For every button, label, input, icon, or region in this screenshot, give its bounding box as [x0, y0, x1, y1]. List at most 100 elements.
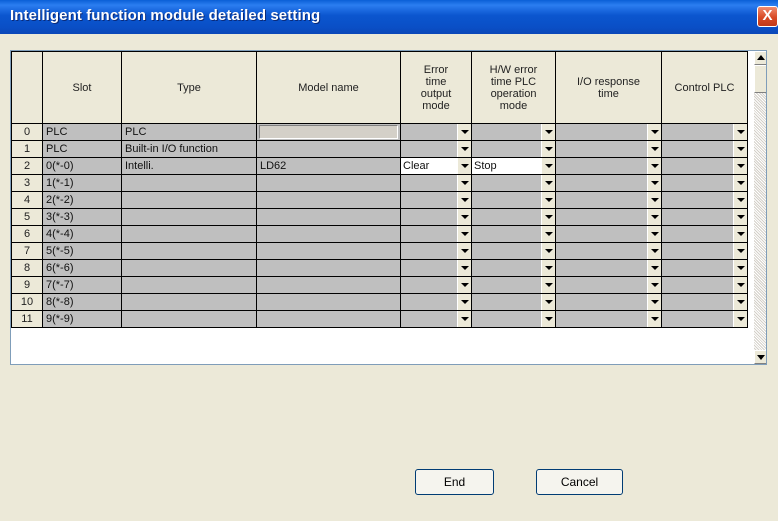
- model-name-cell[interactable]: LD62: [256, 157, 401, 175]
- combo-box[interactable]: [402, 124, 471, 140]
- combo-box[interactable]: [557, 260, 661, 276]
- combo-box[interactable]: [663, 192, 747, 208]
- hw-error-mode-cell[interactable]: Stop: [471, 157, 556, 175]
- dropdown-arrow-icon[interactable]: [733, 209, 747, 225]
- dropdown-arrow-icon[interactable]: [457, 311, 471, 327]
- dropdown-arrow-icon[interactable]: [457, 243, 471, 259]
- dropdown-arrow-icon[interactable]: [541, 124, 555, 140]
- type-cell[interactable]: [121, 242, 257, 260]
- error-time-output-mode-cell[interactable]: [400, 293, 472, 311]
- combo-box[interactable]: [473, 311, 555, 327]
- model-name-cell[interactable]: [256, 293, 401, 311]
- dropdown-arrow-icon[interactable]: [733, 226, 747, 242]
- model-name-cell[interactable]: [256, 242, 401, 260]
- combo-box[interactable]: [663, 158, 747, 174]
- model-name-cell[interactable]: [256, 225, 401, 243]
- dropdown-arrow-icon[interactable]: [541, 226, 555, 242]
- combo-box[interactable]: [402, 311, 471, 327]
- combo-box[interactable]: [402, 226, 471, 242]
- combo-box[interactable]: [663, 175, 747, 191]
- combo-box[interactable]: [663, 209, 747, 225]
- type-cell[interactable]: PLC: [121, 123, 257, 141]
- control-plc-cell[interactable]: [661, 276, 748, 294]
- combo-box[interactable]: [402, 192, 471, 208]
- dropdown-arrow-icon[interactable]: [647, 226, 661, 242]
- io-response-time-cell[interactable]: [555, 140, 662, 158]
- dropdown-arrow-icon[interactable]: [733, 277, 747, 293]
- control-plc-cell[interactable]: [661, 225, 748, 243]
- combo-box[interactable]: [557, 192, 661, 208]
- combo-box[interactable]: [402, 277, 471, 293]
- combo-box[interactable]: [402, 141, 471, 157]
- model-name-cell[interactable]: [256, 276, 401, 294]
- control-plc-cell[interactable]: [661, 208, 748, 226]
- dropdown-arrow-icon[interactable]: [733, 243, 747, 259]
- scroll-thumb[interactable]: [754, 65, 766, 93]
- combo-box[interactable]: [557, 226, 661, 242]
- io-response-time-cell[interactable]: [555, 157, 662, 175]
- dropdown-arrow-icon[interactable]: [457, 124, 471, 140]
- combo-box[interactable]: [473, 175, 555, 191]
- combo-box[interactable]: [473, 124, 555, 140]
- scroll-down-arrow-icon[interactable]: [754, 350, 766, 364]
- dropdown-arrow-icon[interactable]: [541, 192, 555, 208]
- combo-box[interactable]: [473, 243, 555, 259]
- control-plc-cell[interactable]: [661, 259, 748, 277]
- slot-cell[interactable]: PLC: [42, 140, 122, 158]
- dropdown-arrow-icon[interactable]: [647, 158, 661, 174]
- slot-cell[interactable]: 3(*-3): [42, 208, 122, 226]
- dropdown-arrow-icon[interactable]: [457, 226, 471, 242]
- control-plc-cell[interactable]: [661, 293, 748, 311]
- combo-box[interactable]: [402, 294, 471, 310]
- combo-box[interactable]: [557, 277, 661, 293]
- io-response-time-cell[interactable]: [555, 276, 662, 294]
- dropdown-arrow-icon[interactable]: [541, 158, 555, 174]
- combo-box[interactable]: [557, 158, 661, 174]
- type-cell[interactable]: [121, 174, 257, 192]
- scroll-up-arrow-icon[interactable]: [754, 51, 766, 65]
- dropdown-arrow-icon[interactable]: [733, 175, 747, 191]
- dropdown-arrow-icon[interactable]: [541, 260, 555, 276]
- slot-cell[interactable]: 1(*-1): [42, 174, 122, 192]
- error-time-output-mode-cell[interactable]: [400, 208, 472, 226]
- combo-box[interactable]: [557, 124, 661, 140]
- control-plc-cell[interactable]: [661, 123, 748, 141]
- model-name-cell[interactable]: [256, 259, 401, 277]
- type-cell[interactable]: Intelli.: [121, 157, 257, 175]
- control-plc-cell[interactable]: [661, 242, 748, 260]
- control-plc-cell[interactable]: [661, 191, 748, 209]
- error-time-output-mode-cell[interactable]: [400, 225, 472, 243]
- vertical-scrollbar[interactable]: [754, 51, 766, 364]
- dropdown-arrow-icon[interactable]: [541, 243, 555, 259]
- type-cell[interactable]: Built-in I/O function: [121, 140, 257, 158]
- type-cell[interactable]: [121, 310, 257, 328]
- dropdown-arrow-icon[interactable]: [457, 158, 471, 174]
- dropdown-arrow-icon[interactable]: [733, 294, 747, 310]
- dropdown-arrow-icon[interactable]: [733, 158, 747, 174]
- dropdown-arrow-icon[interactable]: [733, 141, 747, 157]
- combo-box[interactable]: [557, 141, 661, 157]
- dropdown-arrow-icon[interactable]: [647, 209, 661, 225]
- combo-box[interactable]: [557, 311, 661, 327]
- error-time-output-mode-cell[interactable]: [400, 276, 472, 294]
- dropdown-arrow-icon[interactable]: [733, 124, 747, 140]
- model-name-cell[interactable]: [256, 208, 401, 226]
- combo-box[interactable]: [473, 209, 555, 225]
- end-button[interactable]: End: [415, 469, 494, 495]
- error-time-output-mode-cell[interactable]: [400, 310, 472, 328]
- dropdown-arrow-icon[interactable]: [541, 311, 555, 327]
- dropdown-arrow-icon[interactable]: [457, 175, 471, 191]
- combo-box[interactable]: [557, 294, 661, 310]
- dropdown-arrow-icon[interactable]: [647, 277, 661, 293]
- dropdown-arrow-icon[interactable]: [457, 141, 471, 157]
- hw-error-mode-cell[interactable]: [471, 191, 556, 209]
- error-time-output-mode-cell[interactable]: [400, 191, 472, 209]
- hw-error-mode-cell[interactable]: [471, 140, 556, 158]
- io-response-time-cell[interactable]: [555, 191, 662, 209]
- io-response-time-cell[interactable]: [555, 293, 662, 311]
- combo-box[interactable]: Clear: [402, 158, 471, 174]
- hw-error-mode-cell[interactable]: [471, 225, 556, 243]
- combo-box[interactable]: [557, 243, 661, 259]
- dropdown-arrow-icon[interactable]: [647, 124, 661, 140]
- error-time-output-mode-cell[interactable]: [400, 259, 472, 277]
